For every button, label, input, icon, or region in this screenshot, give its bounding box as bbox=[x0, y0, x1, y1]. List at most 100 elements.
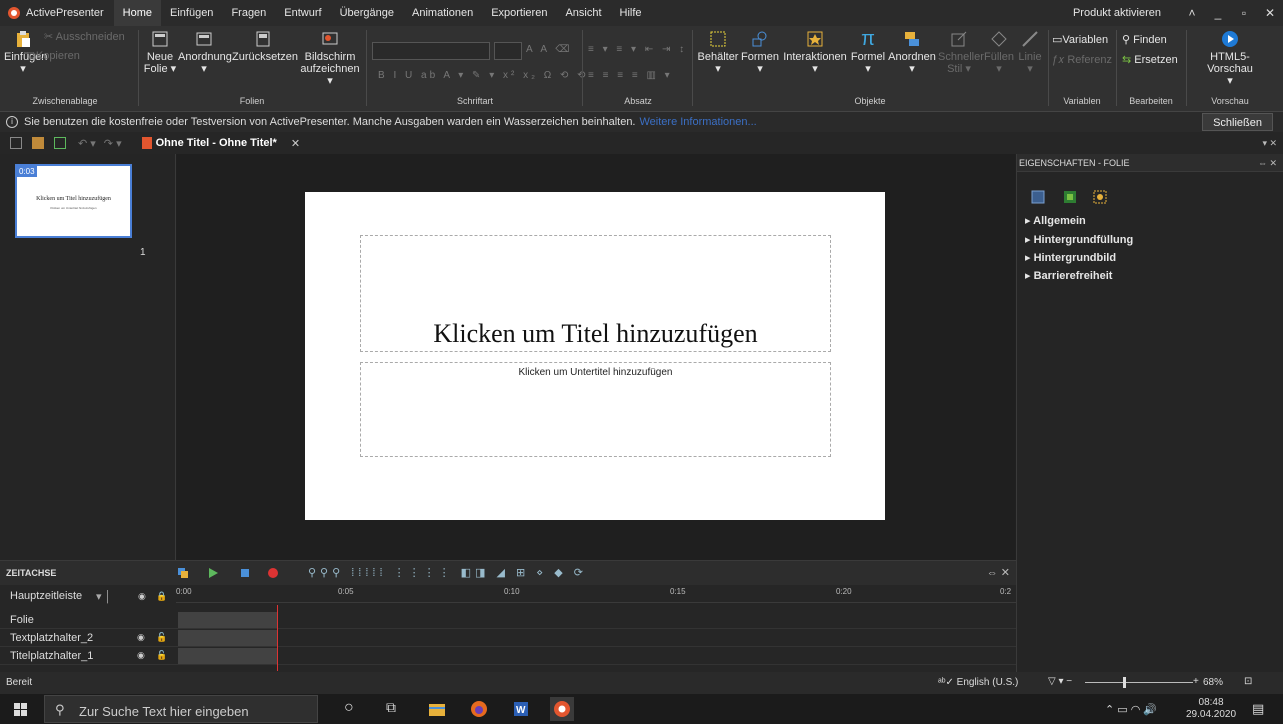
section-accessibility[interactable]: ▸ Barrierefreiheit bbox=[1025, 269, 1112, 282]
tab-transitions[interactable]: Übergänge bbox=[331, 0, 403, 26]
notification-icon[interactable]: ▤ bbox=[1252, 701, 1264, 717]
copy-button[interactable]: ⧉Kopieren bbox=[28, 50, 80, 62]
panel-options-icon[interactable]: ▾ ✕ bbox=[1262, 138, 1277, 149]
eye-icon[interactable]: ◉ bbox=[138, 591, 146, 602]
font-size-icons[interactable]: A A ⌫ bbox=[526, 44, 572, 55]
activate-product-link[interactable]: Produkt aktivieren bbox=[1073, 7, 1161, 19]
new-slide-button[interactable]: Neue Folie ▾ bbox=[142, 30, 178, 75]
pin-close-icon[interactable]: ⇔ ✕ bbox=[1258, 154, 1277, 172]
font-family-select[interactable] bbox=[372, 42, 490, 60]
tab-design[interactable]: Entwurf bbox=[275, 0, 330, 26]
dropdown-icon[interactable]: ▾ │ bbox=[96, 590, 111, 603]
save-icon[interactable] bbox=[54, 137, 66, 149]
tab-animations[interactable]: Animationen bbox=[403, 0, 482, 26]
new-file-icon[interactable] bbox=[10, 137, 22, 149]
taskbar-clock[interactable]: 08:48 29.04.2020 bbox=[1186, 697, 1236, 721]
slide-thumbnail[interactable]: 0:03 Klicken um Titel hinzuzufügen Klick… bbox=[15, 164, 132, 238]
title-placeholder[interactable]: Klicken um Titel hinzuzufügen bbox=[360, 235, 831, 352]
zoom-slider-handle[interactable] bbox=[1123, 677, 1126, 688]
list-format-icons[interactable]: ≡ ▾ ≡ ▾ ⇤ ⇥ ↕ bbox=[588, 44, 687, 55]
slide-properties-icon[interactable] bbox=[1031, 190, 1045, 204]
tab-export[interactable]: Exportieren bbox=[482, 0, 556, 26]
font-size-select[interactable] bbox=[494, 42, 522, 60]
redo-icon[interactable]: ↷ ▾ bbox=[104, 137, 122, 150]
open-folder-icon[interactable] bbox=[32, 137, 44, 149]
system-tray-icons[interactable]: ⌃ ▭ ◠ 🔊 bbox=[1105, 703, 1157, 716]
eye-icon[interactable]: ◉ bbox=[137, 632, 145, 643]
reset-button[interactable]: Zurücksetzen bbox=[232, 30, 298, 63]
section-general[interactable]: ▸ Allgemein bbox=[1025, 214, 1086, 227]
interaction-icon[interactable] bbox=[1093, 190, 1107, 204]
maximize-icon[interactable]: ▫ bbox=[1231, 6, 1257, 20]
word-icon[interactable]: W bbox=[512, 700, 530, 718]
document-tab[interactable]: Ohne Titel - Ohne Titel* ✕ bbox=[141, 137, 300, 150]
fit-window-icon[interactable]: ⊡ bbox=[1244, 676, 1252, 687]
layout-button[interactable]: Anordnung ▾ bbox=[178, 30, 232, 75]
ribbon-collapse-icon[interactable]: ˄ bbox=[1179, 6, 1205, 20]
record-icon[interactable] bbox=[268, 568, 278, 578]
language-indicator[interactable]: ᵃᵇ✓ English (U.S.) bbox=[938, 677, 1018, 688]
timeline-row-slide[interactable]: Folie bbox=[0, 611, 1016, 629]
zoom-slider-track[interactable] bbox=[1085, 682, 1193, 683]
timeline-bar[interactable] bbox=[178, 630, 278, 646]
formula-button[interactable]: π Formel ▾ bbox=[850, 29, 886, 75]
task-view-icon[interactable]: ⧉ bbox=[386, 699, 404, 717]
quick-style-button[interactable]: Schneller Stil ▾ bbox=[938, 30, 984, 75]
section-background-image[interactable]: ▸ Hintergrundbild bbox=[1025, 251, 1116, 264]
tab-home[interactable]: Home bbox=[113, 0, 161, 26]
playhead[interactable] bbox=[277, 605, 278, 671]
stop-icon[interactable] bbox=[240, 568, 250, 578]
fill-button[interactable]: Füllen ▾ bbox=[984, 30, 1014, 75]
timeline-bar[interactable] bbox=[178, 648, 278, 664]
tab-insert[interactable]: Einfügen bbox=[161, 0, 222, 26]
timeline-pin-close-icon[interactable]: ⇔ ✕ bbox=[987, 566, 1010, 579]
background-fill-icon[interactable] bbox=[1063, 190, 1077, 204]
reference-button[interactable]: ƒ𝑥 Referenz bbox=[1052, 54, 1112, 66]
find-button[interactable]: ⚲ Finden bbox=[1122, 34, 1167, 46]
cortana-icon[interactable]: ○ bbox=[344, 699, 362, 717]
font-format-icons[interactable]: B I U ab A ▾ ✎ ▾ x² x₂ Ω ⟲ ⟲ bbox=[378, 70, 589, 81]
close-icon[interactable]: ✕ bbox=[1257, 6, 1283, 20]
more-info-link[interactable]: Weitere Informationen... bbox=[640, 116, 757, 128]
record-screen-button[interactable]: Bildschirm aufzeichnen ▾ bbox=[298, 30, 362, 87]
undo-icon[interactable]: ↶ ▾ bbox=[78, 137, 96, 150]
time-ruler[interactable]: 0:00 0:05 0:10 0:15 0:20 0:2 bbox=[176, 587, 1016, 603]
arrange-button[interactable]: Anordnen ▾ bbox=[888, 30, 936, 75]
firefox-icon[interactable] bbox=[470, 700, 488, 718]
zoom-tools-icons[interactable]: ⚲⚲⚲ ⁞⁞⁞⁞⁞ ⋮⋮⋮⋮ ◧◨ ◢ ⊞ ⋄ ◆ ⟳ bbox=[308, 566, 587, 579]
timeline-bar[interactable] bbox=[178, 612, 278, 628]
timeline-row-text-placeholder[interactable]: Textplatzhalter_2 ◉ 🔓 bbox=[0, 629, 1016, 647]
minimize-icon[interactable]: _ bbox=[1205, 6, 1231, 20]
activepresenter-taskbar-icon[interactable] bbox=[550, 697, 574, 721]
tab-view[interactable]: Ansicht bbox=[556, 0, 610, 26]
file-explorer-icon[interactable] bbox=[428, 700, 446, 718]
zoom-in-icon[interactable]: + bbox=[1193, 676, 1199, 687]
align-icons[interactable]: ≡ ≡ ≡ ≡ ▥ ▾ bbox=[588, 70, 673, 81]
main-timeline-select[interactable]: Hauptzeitleiste bbox=[10, 590, 82, 602]
slide[interactable]: Klicken um Titel hinzuzufügen Klicken um… bbox=[305, 192, 885, 520]
subtitle-placeholder[interactable]: Klicken um Untertitel hinzuzufügen bbox=[360, 362, 831, 457]
close-tab-icon[interactable]: ✕ bbox=[291, 137, 300, 150]
tab-help[interactable]: Hilfe bbox=[611, 0, 651, 26]
section-background-fill[interactable]: ▸ Hintergrundfüllung bbox=[1025, 233, 1133, 246]
fit-view-icon[interactable]: ▽ ▾ − bbox=[1048, 676, 1072, 687]
play-icon[interactable] bbox=[208, 568, 218, 578]
lock-icon[interactable]: 🔒 bbox=[156, 591, 167, 602]
interactions-button[interactable]: Interaktionen ▾ bbox=[782, 30, 848, 75]
taskbar-search-box[interactable]: ⚲ Zur Suche Text hier eingeben bbox=[44, 695, 318, 723]
line-button[interactable]: Linie ▾ bbox=[1016, 30, 1044, 75]
windows-start-icon[interactable] bbox=[14, 703, 27, 716]
variables-button[interactable]: ▭Variablen bbox=[1052, 34, 1108, 46]
eye-icon[interactable]: ◉ bbox=[137, 650, 145, 661]
shapes-button[interactable]: Formen ▾ bbox=[740, 30, 780, 75]
lock-open-icon[interactable]: 🔓 bbox=[156, 632, 167, 643]
close-info-button[interactable]: Schließen bbox=[1202, 113, 1273, 131]
tab-questions[interactable]: Fragen bbox=[222, 0, 275, 26]
timeline-row-title-placeholder[interactable]: Titelplatzhalter_1 ◉ 🔓 bbox=[0, 647, 1016, 665]
layers-icon[interactable] bbox=[178, 568, 188, 578]
replace-button[interactable]: ⇆ Ersetzen bbox=[1122, 54, 1178, 66]
html5-preview-button[interactable]: HTML5-Vorschau ▾ bbox=[1188, 30, 1272, 87]
container-button[interactable]: Behälter ▾ bbox=[696, 30, 740, 75]
lock-open-icon[interactable]: 🔓 bbox=[156, 650, 167, 661]
cut-button[interactable]: ✂ Ausschneiden bbox=[44, 31, 125, 43]
